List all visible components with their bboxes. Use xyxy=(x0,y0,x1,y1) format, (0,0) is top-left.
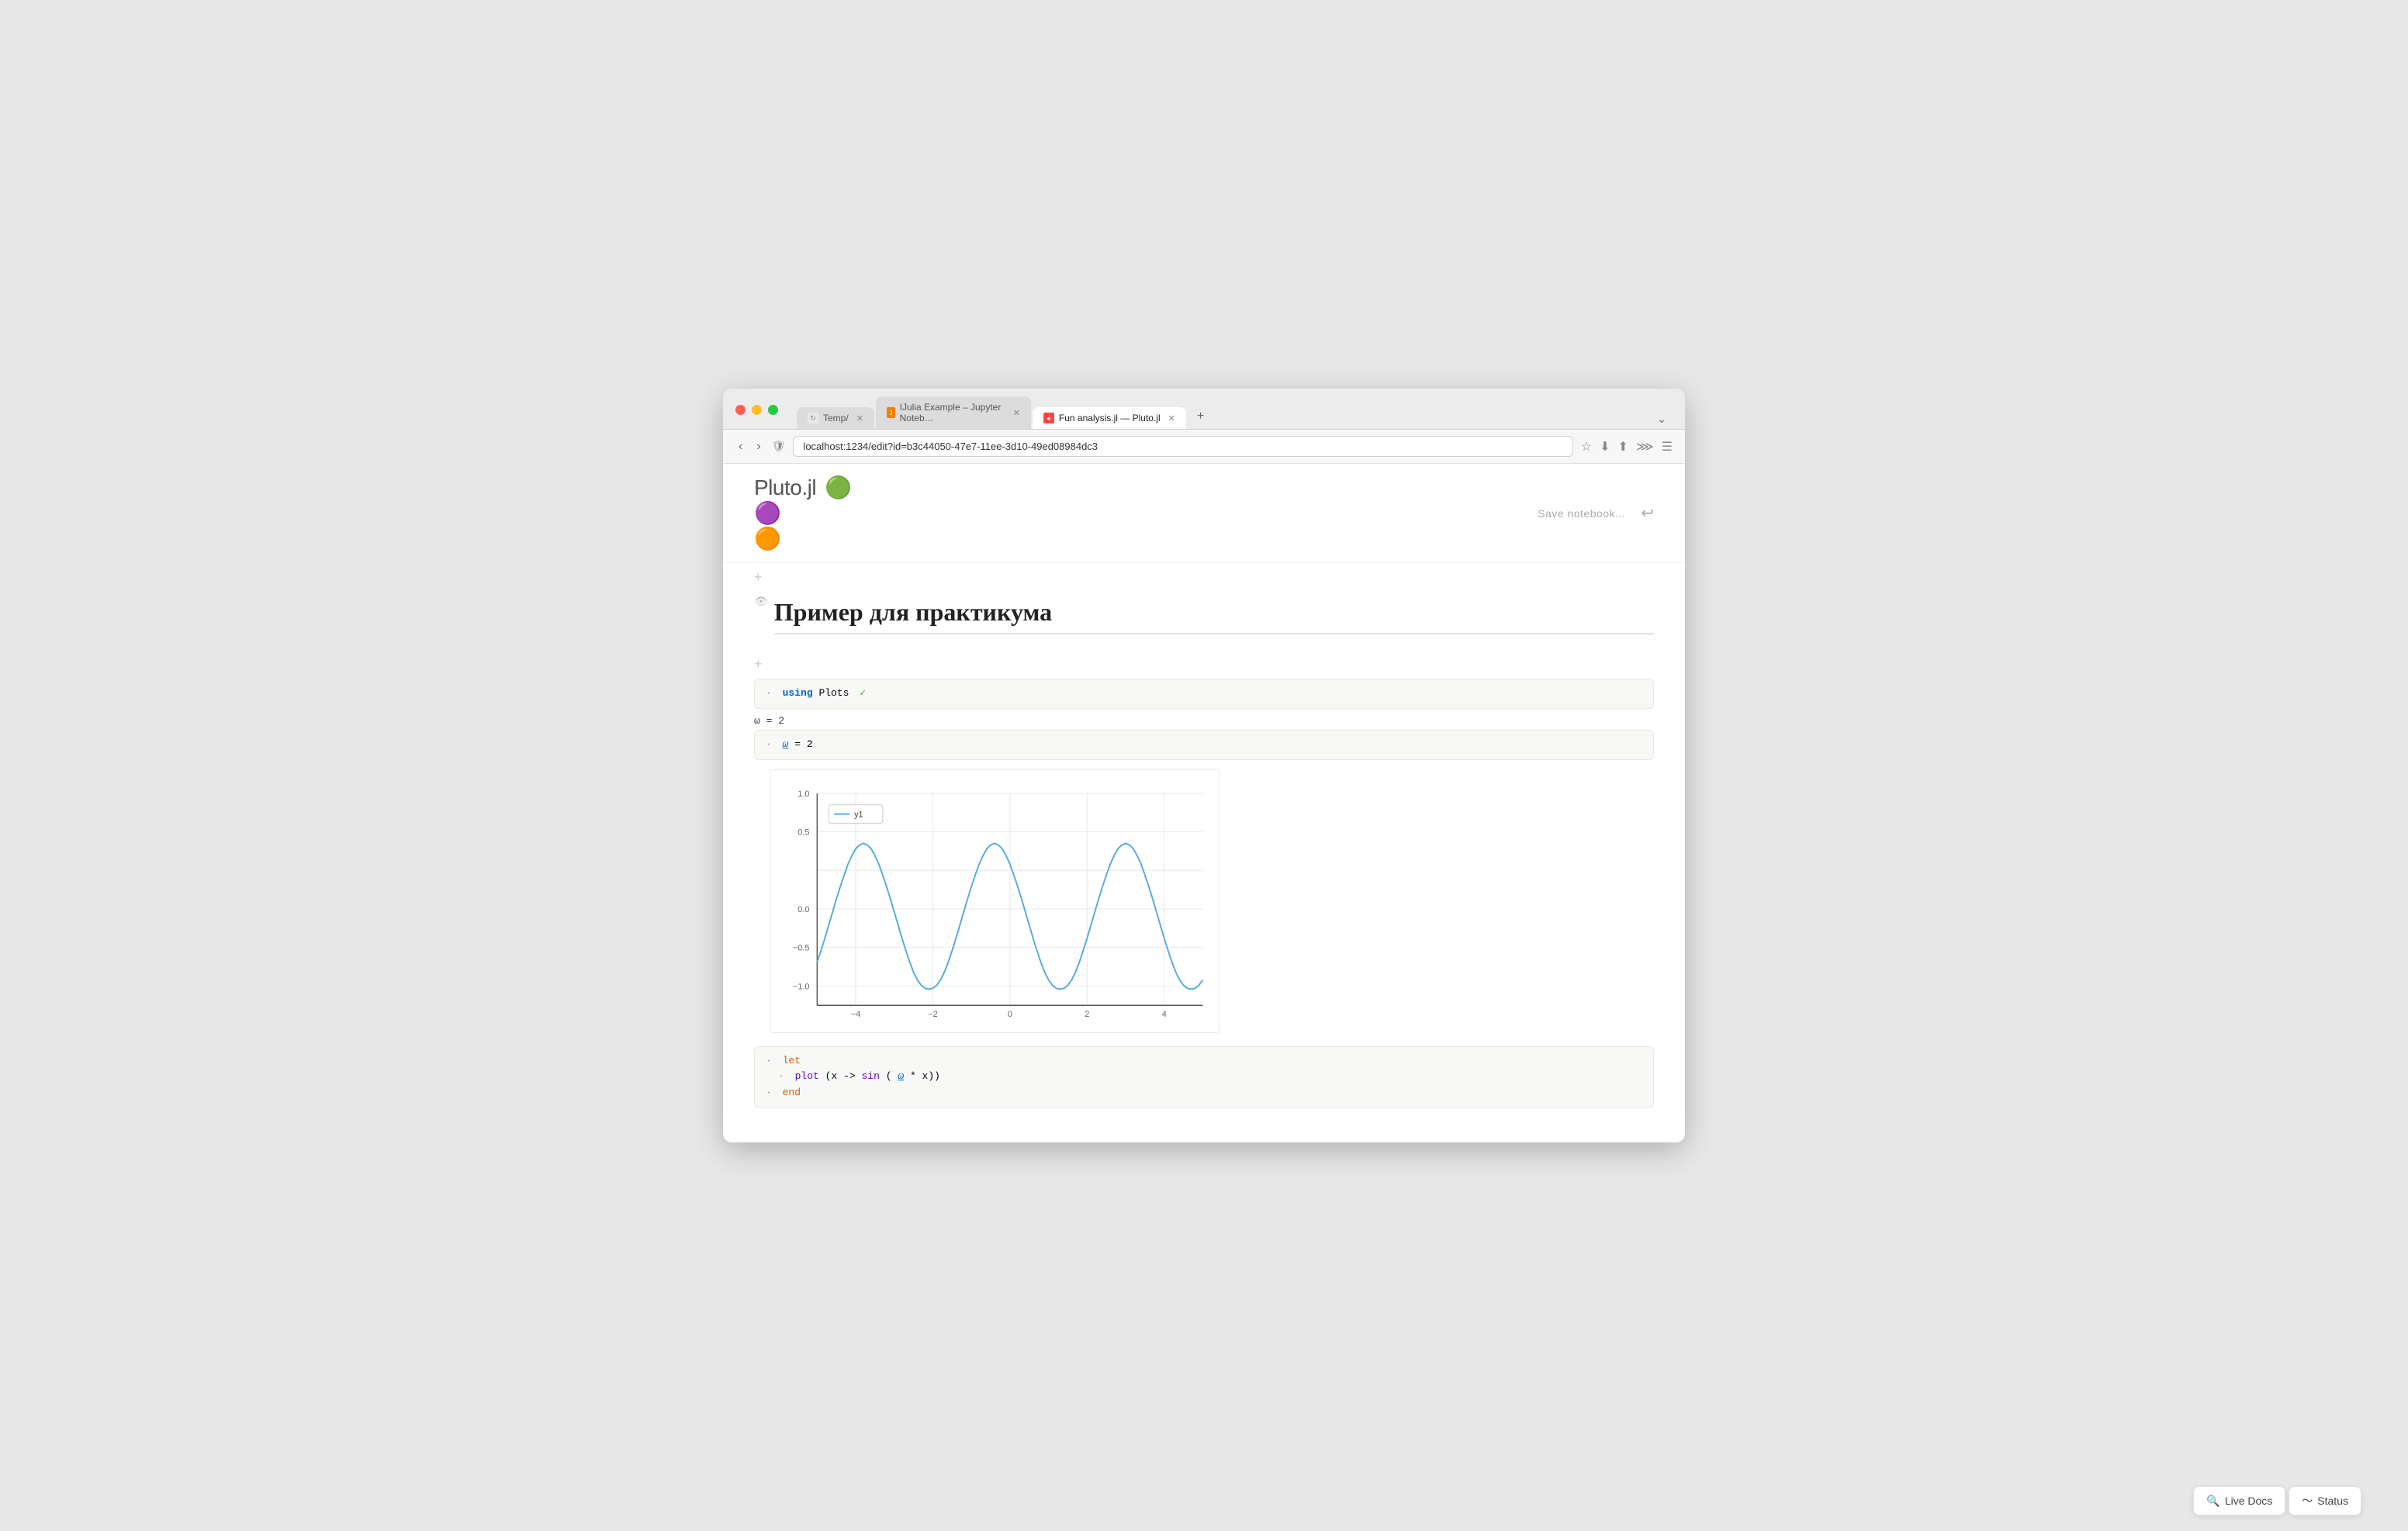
save-button[interactable]: Save notebook... xyxy=(1538,507,1625,520)
window-controls xyxy=(735,405,778,415)
svg-text:4: 4 xyxy=(1162,1010,1167,1019)
status-button[interactable]: 〜 Status xyxy=(2289,1486,2361,1515)
svg-text:0: 0 xyxy=(1008,1010,1012,1019)
omega-cell[interactable]: · ω = 2 xyxy=(754,730,1654,760)
tab-favicon-jupyter: J xyxy=(887,407,895,418)
security-icon: 🛡 xyxy=(772,440,786,453)
tab-label-jupyter: IJulia Example – Jupyter Noteb… xyxy=(900,402,1005,423)
title-cell: Пример для практикума xyxy=(774,592,1654,647)
close-window-button[interactable] xyxy=(735,405,746,415)
plot-args-2: ( xyxy=(886,1070,892,1082)
tab-favicon-temp: ↻ xyxy=(808,413,818,423)
bullet-let: · xyxy=(766,1055,772,1066)
address-bar: ‹ › 🛡 ☆ ⬇ ⬆ ⋙ ☰ xyxy=(723,430,1685,464)
hide-cell-icon[interactable]: 👁 xyxy=(754,595,768,608)
tab-label-pluto: Fun analysis.jl — Pluto.jl xyxy=(1059,413,1161,423)
forward-button[interactable]: › xyxy=(753,437,763,457)
title-bar-row: ↻ Temp/ ✕ J IJulia Example – Jupyter Not… xyxy=(735,396,1673,429)
download-icon[interactable]: ⬇ xyxy=(1600,439,1610,454)
svg-text:−0.5: −0.5 xyxy=(793,943,810,952)
bullet-using: · xyxy=(766,687,772,699)
var-omega-2: ω xyxy=(898,1070,904,1082)
add-cell-mid[interactable]: + xyxy=(754,656,763,672)
maximize-window-button[interactable] xyxy=(768,405,778,415)
kw-let: let xyxy=(783,1055,801,1066)
bullet-end: · xyxy=(766,1087,772,1098)
minimize-window-button[interactable] xyxy=(752,405,762,415)
kw-using: using xyxy=(783,687,813,699)
omega-display-line: ω = 2 xyxy=(754,715,1654,727)
share-icon[interactable]: ⬆ xyxy=(1617,439,1628,454)
tab-pluto[interactable]: ● Fun analysis.jl — Pluto.jl ✕ xyxy=(1033,407,1186,429)
title-bar: ↻ Temp/ ✕ J IJulia Example – Jupyter Not… xyxy=(723,389,1685,430)
bullet-plot: · xyxy=(778,1070,784,1082)
browser-tabs: ↻ Temp/ ✕ J IJulia Example – Jupyter Not… xyxy=(797,396,1673,429)
back-button[interactable]: ‹ xyxy=(735,437,746,457)
pluto-logo: Pluto.jl 🟢🟣🟠 xyxy=(754,475,852,551)
status-wave-icon: 〜 xyxy=(2302,1493,2313,1509)
var-omega: ω xyxy=(783,738,789,750)
let-cell-row: · let · plot (x -> sin ( ω * x)) · end xyxy=(754,1046,1654,1108)
omega-display: ω = 2 xyxy=(754,715,784,727)
add-cell-top[interactable]: + xyxy=(754,569,763,586)
tab-close-pluto[interactable]: ✕ xyxy=(1168,413,1175,423)
let-cell[interactable]: · let · plot (x -> sin ( ω * x)) · end xyxy=(754,1046,1654,1108)
plots-text: Plots xyxy=(818,687,849,699)
svg-text:0.0: 0.0 xyxy=(797,905,809,914)
menu-icon[interactable]: ☰ xyxy=(1662,439,1673,454)
notebook-title: Пример для практикума xyxy=(774,598,1654,634)
svg-text:−4: −4 xyxy=(851,1010,860,1019)
svg-text:−2: −2 xyxy=(928,1010,937,1019)
pluto-logo-suffix: .jl xyxy=(801,475,816,499)
fn-plot: plot xyxy=(795,1070,819,1082)
svg-text:−1.0: −1.0 xyxy=(793,982,810,991)
pluto-header: Pluto.jl 🟢🟣🟠 Save notebook... ↩ xyxy=(723,464,1685,563)
plot-svg: 1.0 0.5 0.0 −0.5 −1.0 −4 −2 0 2 4 xyxy=(770,769,1220,1033)
using-plots-cell[interactable]: · using Plots ✓ xyxy=(754,679,1654,709)
bullet-omega: · xyxy=(766,738,772,750)
cell-left-icons-title: 👁 xyxy=(754,592,768,608)
svg-text:0.5: 0.5 xyxy=(797,828,809,837)
undo-button[interactable]: ↩ xyxy=(1641,503,1654,523)
svg-text:1.0: 1.0 xyxy=(797,789,809,798)
bookmark-icon[interactable]: ☆ xyxy=(1581,439,1592,454)
browser-window: ↻ Temp/ ✕ J IJulia Example – Jupyter Not… xyxy=(723,389,1685,1142)
tab-list-button[interactable]: ⌄ xyxy=(1651,410,1673,429)
plot-svg-wrap: 1.0 0.5 0.0 −0.5 −1.0 −4 −2 0 2 4 xyxy=(754,763,1654,1043)
bottom-bar: 🔍 Live Docs 〜 Status xyxy=(2193,1486,2361,1515)
notebook-content: + 👁 Пример для практикума + · using Plot… xyxy=(723,563,1685,1142)
using-plots-cell-row: · using Plots ✓ xyxy=(754,679,1654,709)
address-bar-actions: ☆ ⬇ ⬆ ⋙ ☰ xyxy=(1581,439,1673,454)
extensions-icon[interactable]: ⋙ xyxy=(1636,439,1654,454)
pluto-logo-text: Pluto xyxy=(754,475,801,499)
svg-text:2: 2 xyxy=(1085,1010,1089,1019)
tab-label-temp: Temp/ xyxy=(823,413,849,423)
tab-favicon-pluto: ● xyxy=(1043,413,1054,423)
kw-end: end xyxy=(783,1087,801,1098)
status-label: Status xyxy=(2317,1495,2348,1507)
title-cell-row: 👁 Пример для практикума xyxy=(754,592,1654,647)
fn-sin: sin xyxy=(861,1070,879,1082)
live-docs-label: Live Docs xyxy=(2225,1495,2272,1507)
live-docs-search-icon: 🔍 xyxy=(2206,1495,2219,1508)
omega-cell-row: · ω = 2 xyxy=(754,730,1654,760)
svg-text:y1: y1 xyxy=(854,810,863,819)
plot-container: 1.0 0.5 0.0 −0.5 −1.0 −4 −2 0 2 4 xyxy=(754,763,1654,1043)
tab-temp[interactable]: ↻ Temp/ ✕ xyxy=(797,407,874,429)
tab-close-jupyter[interactable]: ✕ xyxy=(1013,408,1020,418)
url-input[interactable] xyxy=(793,436,1572,457)
tab-jupyter[interactable]: J IJulia Example – Jupyter Noteb… ✕ xyxy=(876,396,1031,429)
plot-args-3: * x)) xyxy=(910,1070,940,1082)
new-tab-button[interactable]: + xyxy=(1188,404,1213,429)
live-docs-button[interactable]: 🔍 Live Docs xyxy=(2193,1486,2285,1515)
check-mark: ✓ xyxy=(860,687,866,699)
tab-close-temp[interactable]: ✕ xyxy=(856,413,863,423)
plot-args: (x -> xyxy=(825,1070,862,1082)
equals-2: = 2 xyxy=(794,738,812,750)
